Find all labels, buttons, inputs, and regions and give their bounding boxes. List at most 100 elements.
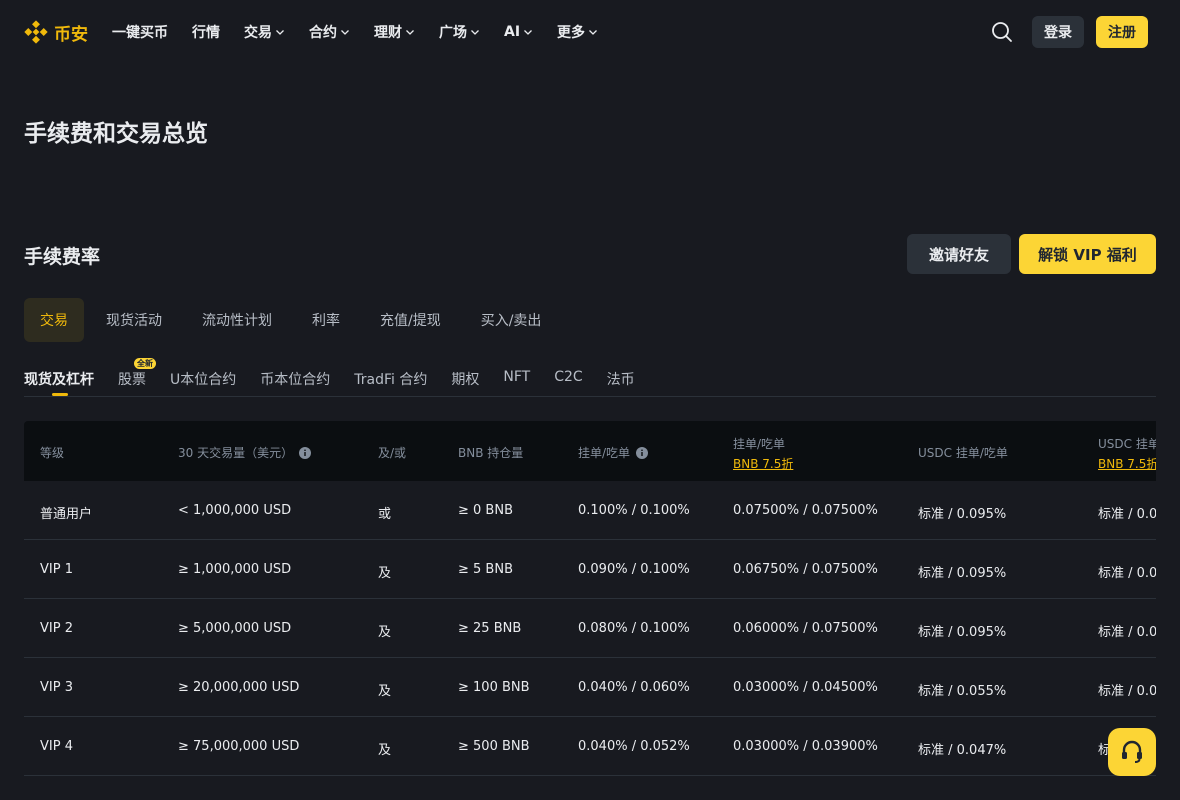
header-usdc-bnb: USDC 挂单 BNB 7.5折 <box>1098 435 1156 472</box>
tab-buy-sell[interactable]: 买入/卖出 <box>463 298 560 342</box>
cell-usdc-bnb: 标准 / 0.0 <box>1098 684 1156 699</box>
cell-level: VIP 4 <box>40 739 73 754</box>
tab-tradfi-futures[interactable]: TradFi 合约 <box>354 356 427 396</box>
login-button[interactable]: 登录 <box>1032 16 1084 48</box>
cell-usdc: 标准 / 0.055% <box>918 684 1007 699</box>
cell-bnb: ≥ 25 BNB <box>458 621 522 636</box>
cell-bnb: ≥ 100 BNB <box>458 680 530 695</box>
tab-stocks[interactable]: 全新 股票 <box>118 356 156 396</box>
tab-label: 现货及杠杆 <box>24 372 94 388</box>
cell-level: VIP 2 <box>40 621 73 636</box>
headset-icon <box>1122 740 1142 763</box>
tab-spot-margin[interactable]: 现货及杠杆 <box>24 356 94 396</box>
cell-maker-taker-bnb: 0.03000% / 0.04500% <box>733 680 878 695</box>
header-label: 及/或 <box>378 446 407 460</box>
nav-label: 行情 <box>192 25 220 41</box>
cell-andor: 及 <box>378 625 392 640</box>
tab-nft[interactable]: NFT <box>503 356 530 396</box>
tab-interest-rate[interactable]: 利率 <box>294 298 358 342</box>
header-bnb-holding: BNB 持仓量 <box>458 444 523 461</box>
nav-markets[interactable]: 行情 <box>192 22 220 42</box>
cell-volume: ≥ 5,000,000 USD <box>178 621 292 636</box>
header-volume: 30 天交易量（美元） <box>178 444 312 461</box>
chevron-down-icon <box>524 30 533 35</box>
tab-label: 期权 <box>451 372 480 388</box>
tab-label: C2C <box>554 369 583 385</box>
header-label: 30 天交易量（美元） <box>178 446 294 460</box>
cell-volume: ≥ 1,000,000 USD <box>178 562 292 577</box>
table-header: 等级 30 天交易量（美元） 及/或 BNB 持仓量 挂单/吃单 挂单/吃单 B… <box>24 421 1156 481</box>
new-badge: 全新 <box>134 358 156 369</box>
tab-c2c[interactable]: C2C <box>554 356 582 396</box>
header-label: USDC 挂单 <box>1098 437 1156 451</box>
cell-usdc: 标准 / 0.095% <box>918 625 1007 640</box>
cell-maker-taker: 0.080% / 0.100% <box>578 621 690 636</box>
nav-trade[interactable]: 交易 <box>244 22 285 42</box>
header-label: 挂单/吃单 <box>578 446 631 460</box>
chevron-down-icon <box>341 30 349 35</box>
support-chat-button[interactable] <box>1108 728 1156 776</box>
top-navbar: 币安 一键买币 行情 交易 合约 理财 广场 AI 更多 登录 注册 <box>0 0 1180 64</box>
nav-futures[interactable]: 合约 <box>309 22 350 42</box>
cell-level: VIP 3 <box>40 680 73 695</box>
register-button[interactable]: 注册 <box>1096 16 1148 48</box>
nav-ai[interactable]: AI <box>504 24 533 40</box>
nav-square[interactable]: 广场 <box>439 22 480 42</box>
tab-coinm-futures[interactable]: 币本位合约 <box>260 356 330 396</box>
cell-usdc-bnb: 标准 / 0.0 <box>1098 507 1156 522</box>
nav-label: 合约 <box>309 25 337 41</box>
binance-logo-icon <box>24 20 48 44</box>
info-icon[interactable] <box>299 446 312 459</box>
binance-logo[interactable]: 币安 <box>24 20 88 45</box>
cell-maker-taker: 0.090% / 0.100% <box>578 562 690 577</box>
tab-liquidity-program[interactable]: 流动性计划 <box>184 298 290 342</box>
cell-usdc-bnb: 标准 / 0.0 <box>1098 625 1156 640</box>
tab-label: 币本位合约 <box>260 372 331 388</box>
table-row: VIP 2 ≥ 5,000,000 USD 及 ≥ 25 BNB 0.080% … <box>24 599 1156 658</box>
cell-bnb: ≥ 500 BNB <box>458 739 530 754</box>
tab-trade[interactable]: 交易 <box>24 298 84 342</box>
tab-label: 法币 <box>606 372 635 388</box>
tab-options[interactable]: 期权 <box>451 356 479 396</box>
nav-actions: 登录 注册 <box>988 16 1148 48</box>
nav-buy-crypto[interactable]: 一键买币 <box>112 22 168 42</box>
search-button[interactable] <box>988 16 1016 48</box>
nav-label: 理财 <box>374 25 402 41</box>
invite-friends-button[interactable]: 邀请好友 <box>907 234 1011 274</box>
info-icon[interactable] <box>636 446 649 459</box>
nav-earn[interactable]: 理财 <box>374 22 415 42</box>
header-label: USDC 挂单/吃单 <box>918 446 1008 460</box>
tab-label: U本位合约 <box>170 372 237 388</box>
cell-volume: ≥ 75,000,000 USD <box>178 739 300 754</box>
primary-tabs: 交易 现货活动 流动性计划 利率 充值/提现 买入/卖出 <box>24 298 559 342</box>
unlock-vip-button[interactable]: 解锁 VIP 福利 <box>1019 234 1156 274</box>
cell-andor: 及 <box>378 684 392 699</box>
tab-deposit-withdraw[interactable]: 充值/提现 <box>362 298 459 342</box>
cell-maker-taker: 0.040% / 0.060% <box>578 680 690 695</box>
tab-fiat[interactable]: 法币 <box>607 356 635 396</box>
cell-maker-taker-bnb: 0.07500% / 0.07500% <box>733 503 878 518</box>
nav-label: AI <box>504 24 521 40</box>
bnb-discount-link[interactable]: BNB 7.5折 <box>733 455 793 472</box>
nav-label: 交易 <box>244 25 272 41</box>
tab-spot-activity[interactable]: 现货活动 <box>88 298 180 342</box>
section-title: 手续费率 <box>24 246 101 268</box>
cell-maker-taker-bnb: 0.03000% / 0.03900% <box>733 739 878 754</box>
cell-volume: < 1,000,000 USD <box>178 503 292 518</box>
table-row: 普通用户 < 1,000,000 USD 或 ≥ 0 BNB 0.100% / … <box>24 481 1156 540</box>
nav-label: 更多 <box>557 25 586 41</box>
cell-maker-taker-bnb: 0.06750% / 0.07500% <box>733 562 878 577</box>
bnb-discount-link[interactable]: BNB 7.5折 <box>1098 455 1156 472</box>
table-row: VIP 4 ≥ 75,000,000 USD 及 ≥ 500 BNB 0.040… <box>24 717 1156 776</box>
secondary-tabs: 现货及杠杆 全新 股票 U本位合约 币本位合约 TradFi 合约 期权 NFT… <box>24 356 1156 397</box>
table-row: VIP 1 ≥ 1,000,000 USD 及 ≥ 5 BNB 0.090% /… <box>24 540 1156 599</box>
nav-label: 一键买币 <box>112 25 168 41</box>
header-label: BNB 持仓量 <box>458 446 524 460</box>
tab-usdm-futures[interactable]: U本位合约 <box>170 356 236 396</box>
table-row: VIP 3 ≥ 20,000,000 USD 及 ≥ 100 BNB 0.040… <box>24 658 1156 717</box>
chevron-down-icon <box>276 30 284 35</box>
cell-maker-taker: 0.040% / 0.052% <box>578 739 690 754</box>
cell-bnb: ≥ 0 BNB <box>458 503 513 518</box>
header-maker-taker-bnb: 挂单/吃单 BNB 7.5折 <box>733 435 793 472</box>
nav-more[interactable]: 更多 <box>557 22 598 42</box>
